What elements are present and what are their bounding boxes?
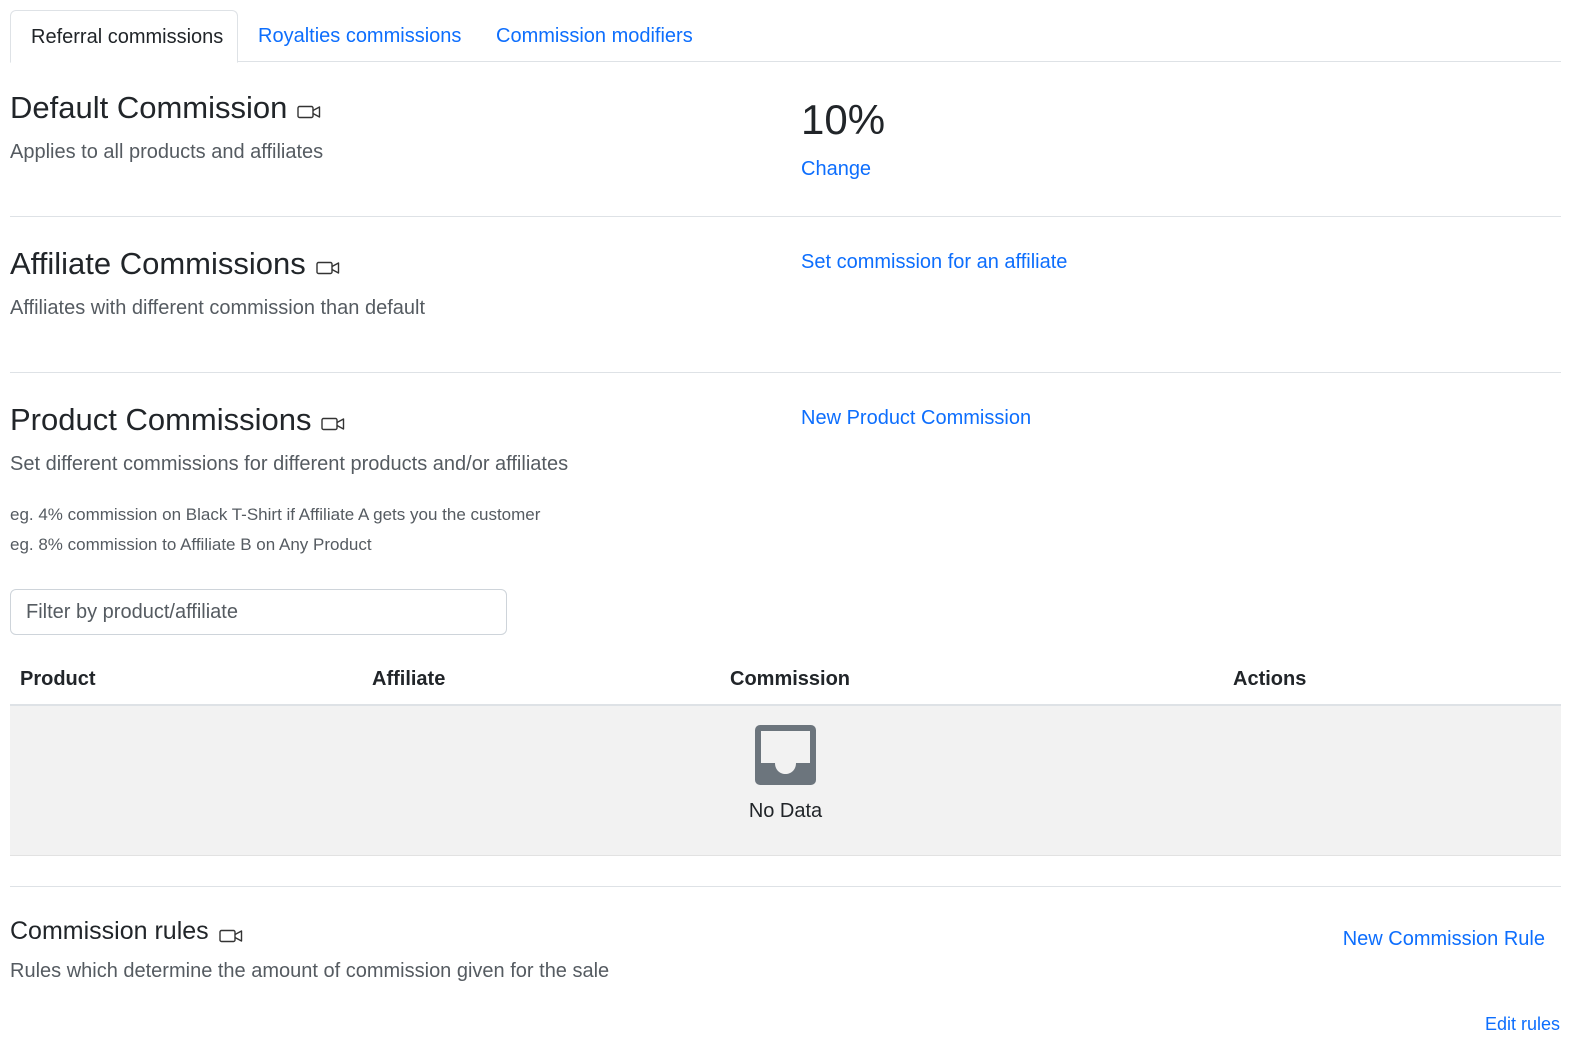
column-header-commission: Commission	[730, 668, 851, 690]
new-product-commission-link[interactable]: New Product Commission	[801, 407, 1031, 430]
video-camera-icon[interactable]	[316, 260, 340, 276]
column-header-affiliate: Affiliate	[372, 668, 446, 690]
affiliate-commissions-subtitle: Affiliates with different commission tha…	[10, 297, 426, 319]
product-commissions-example-2: eg. 8% commission to Affiliate B on Any …	[10, 535, 372, 554]
product-commissions-subtitle: Set different commissions for different …	[10, 453, 569, 475]
affiliate-commissions-title: Affiliate Commissions	[10, 246, 306, 281]
column-header-product: Product	[20, 668, 96, 690]
video-camera-icon[interactable]	[321, 416, 345, 432]
product-commissions-heading: Product Commissions	[10, 402, 345, 438]
change-default-commission-link[interactable]: Change	[801, 158, 871, 181]
commission-tabs: Referral commissions Royalties commissio…	[10, 10, 1561, 63]
section-divider	[10, 372, 1561, 373]
affiliate-commissions-heading: Affiliate Commissions	[10, 246, 340, 282]
product-commissions-title: Product Commissions	[10, 402, 312, 437]
tab-royalties-commissions[interactable]: Royalties commissions	[258, 10, 461, 62]
table-empty-state: No Data	[10, 706, 1561, 856]
tab-referral-commissions[interactable]: Referral commissions	[10, 10, 238, 63]
edit-rules-link[interactable]: Edit rules	[1485, 1014, 1560, 1035]
inbox-icon	[755, 725, 816, 785]
default-commission-title: Default Commission	[10, 90, 288, 125]
default-commission-subtitle: Applies to all products and affiliates	[10, 141, 324, 163]
section-divider	[10, 216, 1561, 217]
commission-rules-subtitle: Rules which determine the amount of comm…	[10, 960, 610, 982]
section-divider	[10, 886, 1561, 887]
video-camera-icon[interactable]	[218, 928, 243, 944]
product-commissions-example-1: eg. 4% commission on Black T-Shirt if Af…	[10, 505, 541, 524]
new-commission-rule-link[interactable]: New Commission Rule	[1343, 928, 1545, 951]
default-commission-value: 10%	[801, 96, 886, 143]
set-affiliate-commission-link[interactable]: Set commission for an affiliate	[801, 251, 1067, 274]
column-header-actions: Actions	[1233, 668, 1307, 690]
no-data-label: No Data	[748, 800, 823, 822]
commission-rules-title: Commission rules	[10, 917, 209, 945]
video-camera-icon[interactable]	[297, 104, 321, 120]
tab-commission-modifiers[interactable]: Commission modifiers	[496, 10, 693, 62]
product-affiliate-filter-input[interactable]	[10, 589, 507, 635]
commission-rules-heading: Commission rules	[10, 917, 243, 946]
default-commission-heading: Default Commission	[10, 90, 321, 126]
